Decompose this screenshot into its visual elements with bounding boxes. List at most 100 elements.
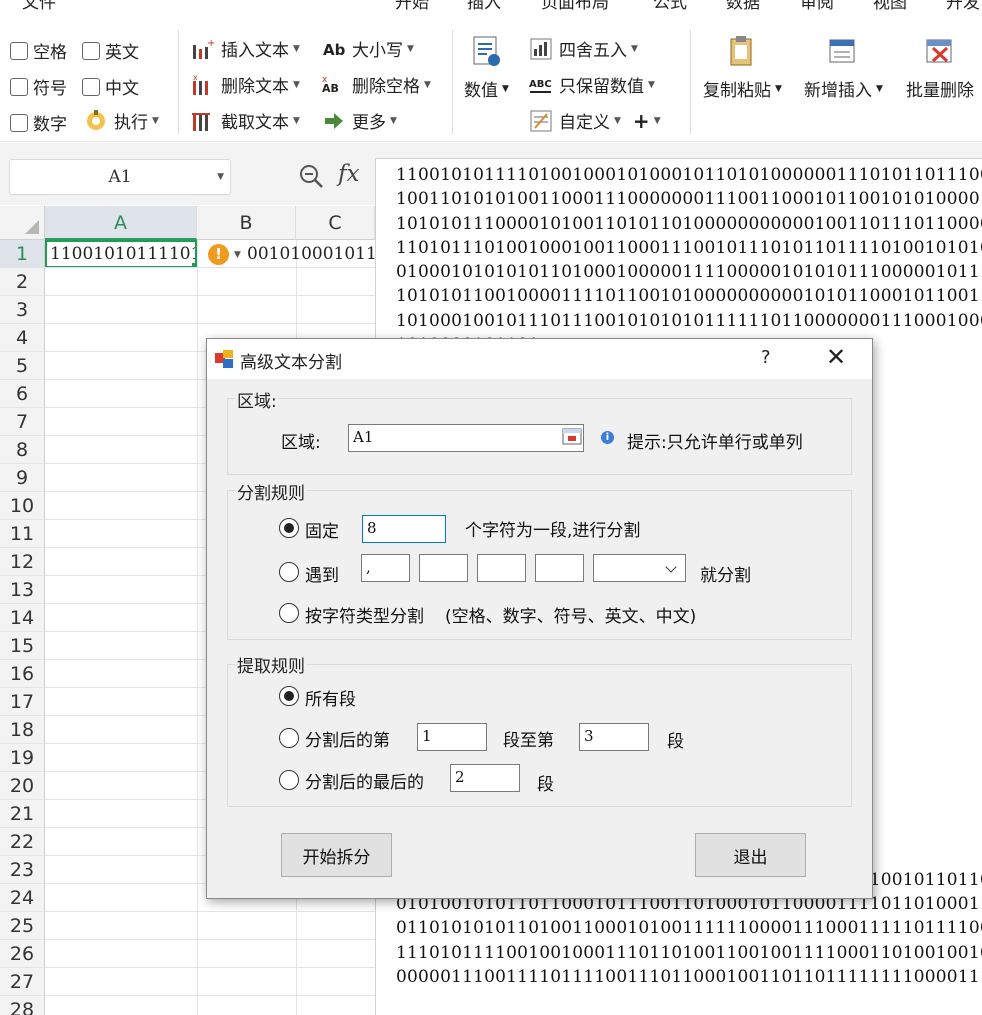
- row-header[interactable]: 26: [0, 940, 45, 968]
- row-header[interactable]: 20: [0, 772, 45, 800]
- menu-insert[interactable]: 插入: [467, 0, 501, 13]
- row-header[interactable]: 2: [0, 268, 45, 296]
- delimiter-input-1[interactable]: ,: [361, 554, 410, 582]
- name-box[interactable]: A1 ▼: [9, 159, 231, 195]
- row-header[interactable]: 28: [0, 996, 45, 1015]
- exit-button[interactable]: 退出: [695, 833, 806, 877]
- row-header[interactable]: 5: [0, 352, 45, 380]
- checkbox-box[interactable]: [10, 77, 28, 96]
- range-from-input[interactable]: 1: [417, 723, 487, 751]
- row-header[interactable]: 23: [0, 856, 45, 884]
- help-icon[interactable]: ?: [761, 347, 771, 368]
- delete-space-button[interactable]: AB x 删除空格 ▼: [322, 72, 431, 98]
- meet-suffix: 就分割: [700, 566, 751, 586]
- menu-home[interactable]: 开始: [395, 0, 429, 13]
- start-split-button[interactable]: 开始拆分: [281, 833, 392, 877]
- row-header[interactable]: 8: [0, 436, 45, 464]
- row-header[interactable]: 16: [0, 660, 45, 688]
- checkbox-box[interactable]: [82, 41, 100, 60]
- radio-last-segments[interactable]: [279, 770, 299, 790]
- radio-segment-range[interactable]: [279, 728, 299, 748]
- checkbox-chinese[interactable]: 中文: [82, 74, 139, 99]
- function-icon[interactable]: fx: [338, 161, 359, 187]
- row-header[interactable]: 11: [0, 520, 45, 548]
- keep-number-button[interactable]: ABC 只保留数值 ▼: [529, 72, 655, 97]
- extract-text-button[interactable]: 截取文本 ▼: [191, 108, 300, 133]
- cell-a1[interactable]: 1100101011110100: [45, 240, 197, 268]
- menu-developer[interactable]: 开发: [946, 0, 980, 13]
- row-header[interactable]: 1: [0, 240, 45, 268]
- case-button[interactable]: Ab 大小写 ▼: [322, 36, 414, 62]
- range-label: 分割后的第: [305, 731, 390, 751]
- select-all-corner[interactable]: [0, 206, 45, 240]
- zoom-icon[interactable]: [298, 163, 324, 189]
- plus-icon[interactable]: +: [633, 109, 650, 133]
- row-header[interactable]: 14: [0, 604, 45, 632]
- radio-meet[interactable]: [279, 562, 299, 582]
- menu-page-layout[interactable]: 页面布局: [541, 0, 609, 13]
- delete-text-button[interactable]: x 删除文本 ▼: [191, 72, 300, 97]
- checkbox-symbol[interactable]: 符号: [10, 74, 67, 99]
- more-button[interactable]: 更多 ▼: [322, 108, 397, 133]
- checkbox-number[interactable]: 数字: [10, 110, 67, 135]
- row-header[interactable]: 17: [0, 688, 45, 716]
- chevron-down-icon[interactable]: ▼: [234, 250, 241, 260]
- chevron-down-icon[interactable]: ▼: [217, 172, 224, 182]
- checkbox-english[interactable]: 英文: [82, 38, 139, 63]
- radio-by-type[interactable]: [279, 603, 299, 623]
- row-header[interactable]: 10: [0, 492, 45, 520]
- numeric-button[interactable]: 数值 ▼: [464, 34, 509, 101]
- batch-delete-button[interactable]: 批量删除: [906, 34, 974, 101]
- fixed-length-input[interactable]: 8: [362, 515, 446, 543]
- last-count-input[interactable]: 2: [450, 764, 520, 792]
- menu-data[interactable]: 数据: [726, 0, 760, 13]
- radio-fixed[interactable]: [279, 518, 299, 538]
- range-to-input[interactable]: 3: [579, 723, 649, 751]
- area-input[interactable]: A1: [348, 424, 584, 452]
- row-header[interactable]: 4: [0, 324, 45, 352]
- row-header[interactable]: 19: [0, 744, 45, 772]
- menu-file[interactable]: 文件: [22, 0, 56, 13]
- row-header[interactable]: 24: [0, 884, 45, 912]
- column-header-b[interactable]: B: [197, 206, 296, 240]
- row-header[interactable]: 6: [0, 380, 45, 408]
- row-header[interactable]: 9: [0, 464, 45, 492]
- row-header[interactable]: 27: [0, 968, 45, 996]
- row-header[interactable]: 25: [0, 912, 45, 940]
- row-header[interactable]: 21: [0, 800, 45, 828]
- radio-all-segments[interactable]: [279, 686, 299, 706]
- checkbox-space[interactable]: 空格: [10, 38, 67, 63]
- insert-text-button[interactable]: + 插入文本 ▼: [191, 36, 300, 61]
- row-header[interactable]: 18: [0, 716, 45, 744]
- checkbox-box[interactable]: [10, 113, 28, 132]
- menu-view[interactable]: 视图: [873, 0, 907, 13]
- cell-b1[interactable]: 00101000101101: [247, 242, 375, 268]
- delimiter-dropdown[interactable]: [593, 554, 686, 582]
- row-header[interactable]: 15: [0, 632, 45, 660]
- dialog-titlebar[interactable]: 高级文本分割 ? ✕: [207, 339, 872, 379]
- row-header[interactable]: 13: [0, 576, 45, 604]
- execute-button[interactable]: 执行 ▼: [84, 108, 159, 133]
- row-gridline: [45, 295, 375, 296]
- round-button[interactable]: 四舍五入 ▼: [529, 36, 638, 61]
- column-header-c[interactable]: C: [296, 206, 375, 240]
- checkbox-box[interactable]: [10, 41, 28, 60]
- menu-formulas[interactable]: 公式: [653, 0, 687, 13]
- row-gridline: [45, 995, 375, 996]
- delimiter-input-2[interactable]: [419, 554, 468, 582]
- copy-paste-button[interactable]: 复制粘贴 ▼: [703, 34, 782, 101]
- delimiter-input-3[interactable]: [477, 554, 526, 582]
- row-header[interactable]: 7: [0, 408, 45, 436]
- warning-icon[interactable]: !: [208, 244, 229, 265]
- menu-review[interactable]: 审阅: [800, 0, 834, 13]
- row-header[interactable]: 3: [0, 296, 45, 324]
- checkbox-box[interactable]: [82, 77, 100, 96]
- column-header-a[interactable]: A: [45, 206, 197, 240]
- new-insert-button[interactable]: 新增插入 ▼: [804, 34, 883, 101]
- row-header[interactable]: 22: [0, 828, 45, 856]
- custom-button[interactable]: 自定义 ▼ + ▼: [529, 108, 661, 133]
- close-icon[interactable]: ✕: [826, 343, 846, 371]
- range-select-icon[interactable]: [562, 428, 584, 448]
- row-header[interactable]: 12: [0, 548, 45, 576]
- delimiter-input-4[interactable]: [535, 554, 584, 582]
